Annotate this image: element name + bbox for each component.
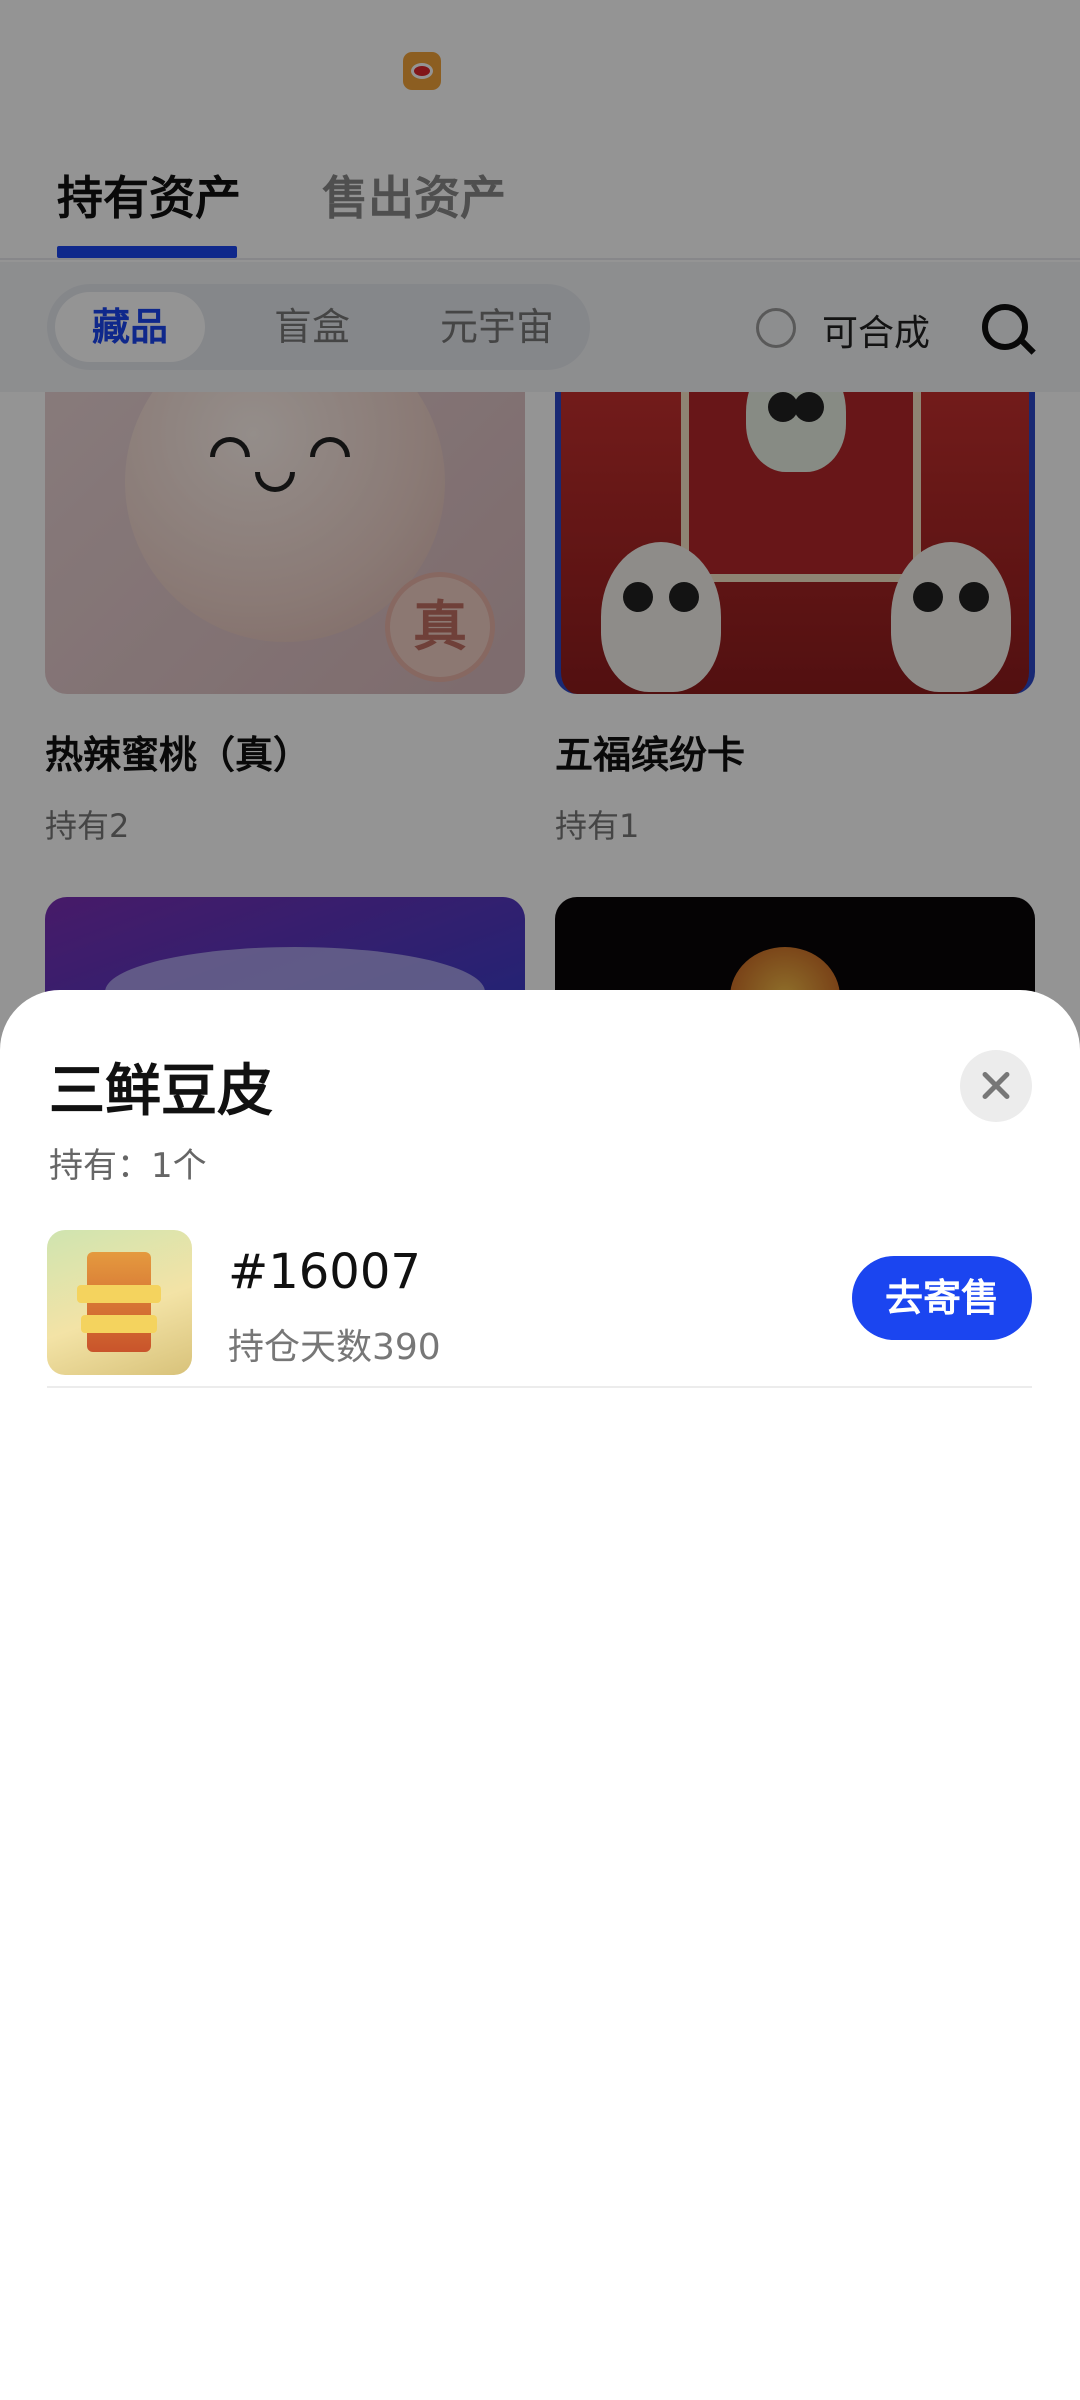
bottom-sheet: 三鲜豆皮 持有：1个 #16007 持仓天数390 去寄售 — [0, 990, 1080, 2400]
holding-count: 持有：1个 — [49, 1146, 207, 1186]
item-thumbnail — [47, 1230, 192, 1375]
sheet-title: 三鲜豆皮 — [49, 1059, 273, 1124]
holding-item-row: #16007 持仓天数390 去寄售 — [47, 1230, 1032, 1388]
close-icon[interactable] — [960, 1050, 1032, 1122]
item-serial: #16007 — [228, 1244, 421, 1300]
consign-button[interactable]: 去寄售 — [852, 1256, 1032, 1340]
holding-days: 持仓天数390 — [228, 1327, 441, 1368]
